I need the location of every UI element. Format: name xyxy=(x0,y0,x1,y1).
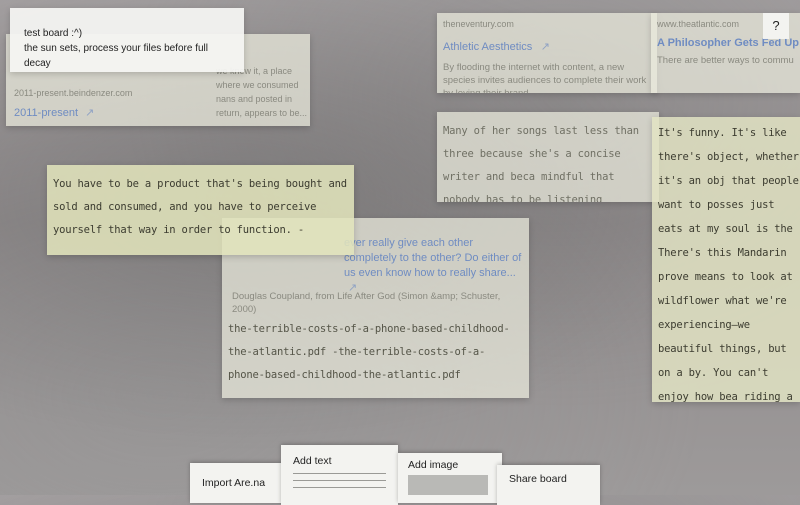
songs-text: Many of her songs last less than three b… xyxy=(443,125,639,202)
text-line-icon xyxy=(293,473,386,474)
add-image-button[interactable]: Add image xyxy=(398,453,502,503)
image-placeholder-icon xyxy=(408,475,488,495)
help-button[interactable]: ? xyxy=(763,13,789,39)
external-link-icon: ↗ xyxy=(85,107,95,119)
share-board-button[interactable]: Share board xyxy=(497,465,600,505)
board-message: the sun sets, process your files before … xyxy=(24,43,208,69)
text-line-icon xyxy=(293,480,386,481)
athletic-source: theneventury.com xyxy=(443,19,514,29)
coupland-files: the-terrible-costs-of-a-phone-based-chil… xyxy=(228,323,510,381)
import-arena-label: Import Are.na xyxy=(202,477,266,489)
funny-text: It's funny. It's like there's object, wh… xyxy=(658,127,799,402)
board-info-panel: test board :^) the sun sets, process you… xyxy=(10,8,244,72)
funny-card[interactable]: It's funny. It's like there's object, wh… xyxy=(652,117,800,402)
add-text-button[interactable]: Add text xyxy=(281,445,398,505)
share-board-label: Share board xyxy=(509,473,567,485)
add-text-label: Add text xyxy=(293,455,332,467)
product-card[interactable]: You have to be a product that's being bo… xyxy=(47,165,354,255)
text-line-icon xyxy=(293,487,386,488)
add-image-label: Add image xyxy=(408,459,459,471)
decay-timer: 46s xyxy=(24,71,232,72)
athletic-text: By flooding the internet with content, a… xyxy=(443,62,647,93)
import-arena-button[interactable]: Import Are.na xyxy=(190,463,282,503)
arena-snippet: we knew it, a place where we consumed na… xyxy=(216,66,308,118)
athletic-title-link[interactable]: Athletic Aesthetics xyxy=(443,41,532,53)
external-link-icon: ↗ xyxy=(540,41,550,53)
arena-source: 2011-present.beindenzer.com xyxy=(14,88,133,98)
atlantic-text: There are better ways to commu xyxy=(657,55,794,66)
board-title: test board :^) xyxy=(24,28,83,39)
arena-link[interactable]: 2011-present xyxy=(14,107,78,119)
coupland-citation: Douglas Coupland, from Life After God (S… xyxy=(232,291,501,315)
coupland-link[interactable]: ever really give each other completely t… xyxy=(344,237,521,279)
product-text: You have to be a product that's being bo… xyxy=(53,178,347,236)
songs-card[interactable]: Many of her songs last less than three b… xyxy=(437,112,659,202)
athletic-card[interactable]: theneventury.com Athletic Aesthetics ↗ B… xyxy=(437,13,657,93)
